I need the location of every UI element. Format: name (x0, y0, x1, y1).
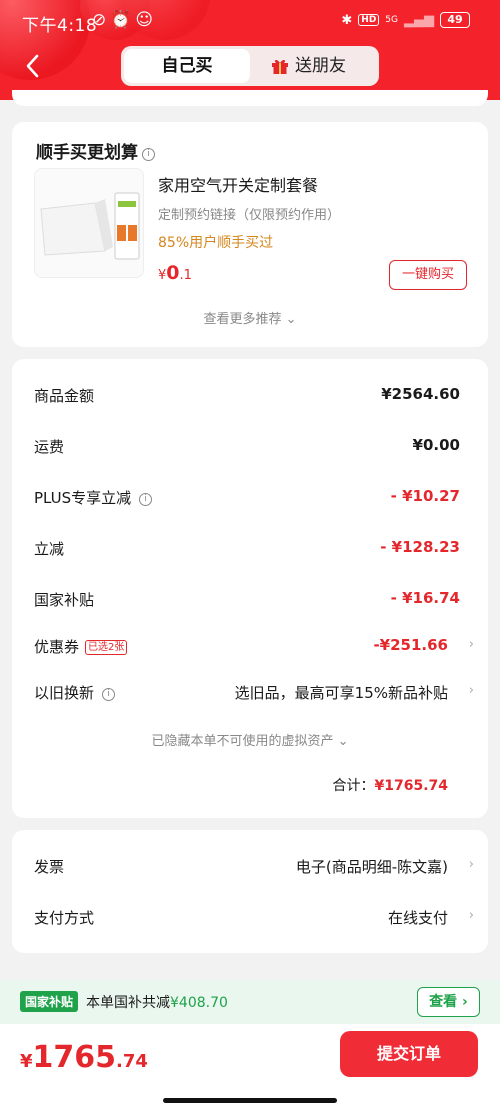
chevron-right-icon: › (468, 637, 474, 652)
bundle-product-desc: 定制预约链接（仅限预约作用） (158, 208, 341, 223)
payment-label: 支付方式 (34, 909, 95, 927)
one-click-buy-button[interactable]: 一键购买 (389, 260, 467, 290)
home-indicator[interactable] (163, 1098, 337, 1103)
view-more-recommendations[interactable]: 查看更多推荐 ⌄ (12, 308, 488, 327)
bundle-buy-rate: 85%用户顺手买过 (158, 235, 274, 251)
summary-row-coupon[interactable]: 优惠券 已选2张 -¥251.66 › (34, 636, 474, 660)
invoice-label: 发票 (34, 858, 65, 876)
hidden-assets-toggle[interactable]: 已隐藏本单不可使用的虚拟资产 ⌄ (12, 730, 488, 749)
bundle-recommendation-card: 顺手买更划算 i 家用空气开关定制套餐 定制预约链接（仅限预约作用） 85%用户顺… (12, 122, 488, 347)
status-right-icons: ✱ HD 5G ▂▄▆ 49 (341, 12, 470, 28)
price-decimal: .1 (179, 268, 192, 283)
coupon-selected-badge: 已选2张 (85, 640, 128, 655)
row-label: 运费 (34, 438, 65, 456)
summary-row-plus-discount: PLUS专享立减 i - ¥10.27 (34, 487, 466, 511)
submit-order-button[interactable]: 提交订单 (340, 1031, 478, 1077)
chevron-right-icon: › (468, 857, 474, 872)
row-value: - ¥128.23 (380, 538, 460, 556)
header: 下午4:18 ⊘⏰☺ ✱ HD 5G ▂▄▆ 49 自己买 送朋友 (0, 0, 500, 100)
payable-amount: ¥1765.74 (20, 1040, 148, 1075)
summary-row-national-subsidy: 国家补贴 - ¥16.74 (34, 589, 466, 613)
tab-gift-label: 送朋友 (295, 56, 346, 76)
order-total: 合计：¥1765.74 (332, 775, 448, 795)
info-icon[interactable]: i (139, 493, 153, 506)
invoice-value: 电子(商品明细-陈文嘉) (295, 858, 448, 876)
network-label: 5G (385, 14, 398, 25)
back-button[interactable] (20, 50, 48, 82)
status-time: 下午4:18 (22, 16, 98, 36)
bundle-price: ¥0.1 (158, 262, 192, 284)
summary-row-instant-discount: 立减 - ¥128.23 (34, 538, 466, 562)
payment-method-row[interactable]: 支付方式 在线支付 › (34, 907, 474, 931)
battery-icon: 49 (440, 12, 470, 28)
row-label-text: 优惠券 (34, 638, 80, 656)
payable-currency: ¥ (20, 1051, 33, 1072)
purchase-mode-switch: 自己买 送朋友 (121, 46, 379, 86)
row-label: 优惠券 已选2张 (34, 636, 128, 657)
row-value: - ¥10.27 (390, 487, 460, 505)
row-label-text: PLUS专享立减 (34, 489, 132, 507)
status-notification-icons: ⊘⏰☺ (92, 10, 158, 30)
price-integer: 0 (166, 262, 180, 284)
chevron-right-icon: › (468, 908, 474, 923)
chevron-right-icon: › (468, 683, 474, 698)
national-subsidy-bar: 国家补贴 本单国补共减¥408.70 查看 › (0, 980, 500, 1024)
subsidy-summary: 本单国补共减¥408.70 (86, 992, 228, 1012)
total-label: 合计： (332, 778, 375, 794)
row-label: 国家补贴 (34, 591, 95, 609)
bluetooth-icon: ✱ (341, 12, 353, 28)
gift-icon (272, 59, 288, 74)
row-value: ¥0.00 (412, 436, 460, 454)
circuit-breaker-image (40, 192, 140, 260)
previous-card-edge (12, 90, 488, 106)
row-value: - ¥16.74 (390, 589, 460, 607)
bundle-title-text: 顺手买更划算 (36, 143, 138, 163)
bundle-product-name[interactable]: 家用空气开关定制套餐 (158, 172, 318, 196)
row-label: PLUS专享立减 i (34, 487, 153, 508)
total-amount: ¥1765.74 (374, 778, 448, 794)
payable-integer: 1765 (32, 1040, 117, 1075)
subsidy-amount: ¥408.70 (170, 995, 228, 1011)
order-summary-card: 商品金额 ¥2564.60 运费 ¥0.00 PLUS专享立减 i - ¥10.2… (12, 359, 488, 818)
view-subsidy-button[interactable]: 查看 › (417, 987, 480, 1017)
row-value: ¥2564.60 (381, 385, 460, 403)
row-label-text: 以旧换新 (34, 684, 95, 702)
national-subsidy-tag: 国家补贴 (20, 991, 79, 1012)
payable-decimal: .74 (116, 1051, 148, 1072)
summary-row-shipping: 运费 ¥0.00 (34, 436, 466, 460)
checkout-bar: ¥1765.74 提交订单 (0, 1024, 500, 1111)
bundle-title: 顺手买更划算 i (36, 138, 155, 163)
row-value: -¥251.66 (373, 636, 448, 654)
row-label: 立减 (34, 540, 65, 558)
summary-row-goods-amount: 商品金额 ¥2564.60 (34, 385, 466, 409)
tab-gift-friend[interactable]: 送朋友 (271, 46, 346, 86)
summary-row-trade-in[interactable]: 以旧换新 i 选旧品，最高可享15%新品补贴 › (34, 682, 474, 706)
info-icon[interactable]: i (102, 688, 116, 701)
chevron-left-icon (26, 54, 39, 78)
row-value: 选旧品，最高可享15%新品补贴 (234, 684, 448, 702)
info-icon[interactable]: i (142, 148, 155, 161)
product-image[interactable] (34, 168, 144, 278)
tab-buy-for-self[interactable]: 自己买 (124, 49, 250, 83)
subsidy-text: 本单国补共减 (86, 995, 170, 1011)
payment-value: 在线支付 (387, 909, 448, 927)
hd-icon: HD (358, 14, 380, 26)
row-label: 商品金额 (34, 387, 95, 405)
invoice-row[interactable]: 发票 电子(商品明细-陈文嘉) › (34, 856, 474, 880)
invoice-payment-card: 发票 电子(商品明细-陈文嘉) › 支付方式 在线支付 › (12, 830, 488, 953)
row-label: 以旧换新 i (34, 682, 116, 703)
status-bar: 下午4:18 ⊘⏰☺ ✱ HD 5G ▂▄▆ 49 (0, 0, 500, 44)
signal-icon: ▂▄▆ (404, 12, 434, 28)
